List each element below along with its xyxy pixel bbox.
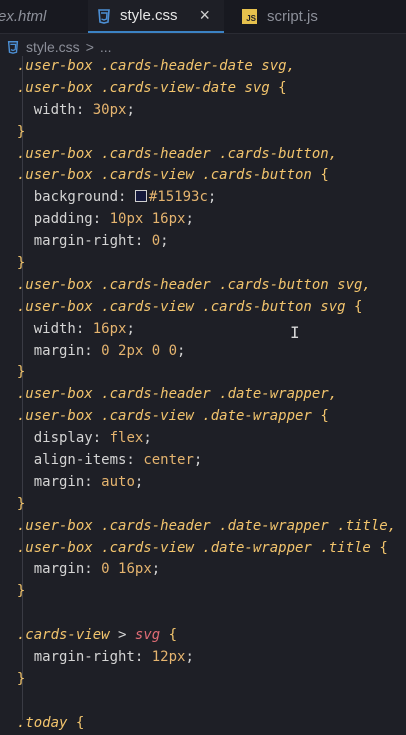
close-icon[interactable]: × (200, 5, 211, 26)
code-line: width: 30px; (33, 101, 135, 118)
text-cursor-icon: I (290, 323, 300, 342)
code-line: } (16, 364, 26, 381)
code-line: .user-box .cards-header .cards-button, (16, 145, 338, 162)
code-line: .user-box .cards-view .date-wrapper .tit… (16, 539, 388, 556)
code-line: } (16, 123, 26, 140)
code-line: .cards-view > svg { (16, 627, 178, 644)
code-line: .user-box .cards-header .date-wrapper .t… (16, 517, 397, 534)
code-line: width: 16px; (33, 320, 135, 337)
tab-label: ex.html (0, 8, 47, 25)
code-line: margin-right: 12px; (33, 649, 194, 666)
code-line: margin: 0 2px 0 0; (33, 342, 186, 359)
code-line: align-items: center; (33, 452, 203, 469)
code-line: } (16, 670, 26, 687)
breadcrumb-more[interactable]: ... (100, 39, 112, 55)
code-line: margin-right: 0; (33, 233, 169, 250)
code-line: .user-box .cards-view .date-wrapper { (16, 408, 329, 425)
code-line: } (16, 583, 26, 600)
css-file-icon (98, 8, 110, 24)
code-line: padding: 10px 16px; (33, 211, 194, 228)
code-line: .today { (16, 714, 85, 731)
code-line: .user-box .cards-header-date svg, (16, 58, 296, 74)
code-line: margin: auto; (33, 473, 144, 490)
tab-label: style.css (120, 7, 178, 24)
tab-label: script.js (267, 8, 318, 25)
code-editor[interactable]: .user-box .cards-header-date svg, .user-… (0, 56, 406, 735)
tab-bar: ex.html style.css × JS script.js (0, 0, 406, 34)
code-line: background: #15193c; (33, 189, 217, 206)
code-line: .user-box .cards-view .cards-button svg … (16, 298, 363, 315)
css-file-icon (7, 41, 19, 54)
code-line: .user-box .cards-view-date svg { (16, 79, 287, 96)
breadcrumb-separator: > (85, 39, 94, 55)
code-line: display: flex; (33, 430, 152, 447)
tab-index-html[interactable]: ex.html (0, 0, 46, 33)
js-file-icon: JS (242, 9, 257, 24)
breadcrumb-file[interactable]: style.css (26, 39, 80, 55)
color-swatch-icon[interactable] (134, 190, 147, 203)
tab-style-css[interactable]: style.css × (88, 0, 225, 33)
tab-script-js[interactable]: JS script.js (242, 0, 318, 33)
code-line: .user-box .cards-header .date-wrapper, (16, 386, 338, 403)
code-line: } (16, 255, 26, 272)
breadcrumb: style.css > ... (0, 36, 112, 58)
code-line: margin: 0 16px; (33, 561, 161, 578)
code-line: .user-box .cards-view .cards-button { (16, 167, 329, 184)
code-line: .user-box .cards-header .cards-button sv… (16, 276, 371, 293)
code-line: } (16, 495, 26, 512)
